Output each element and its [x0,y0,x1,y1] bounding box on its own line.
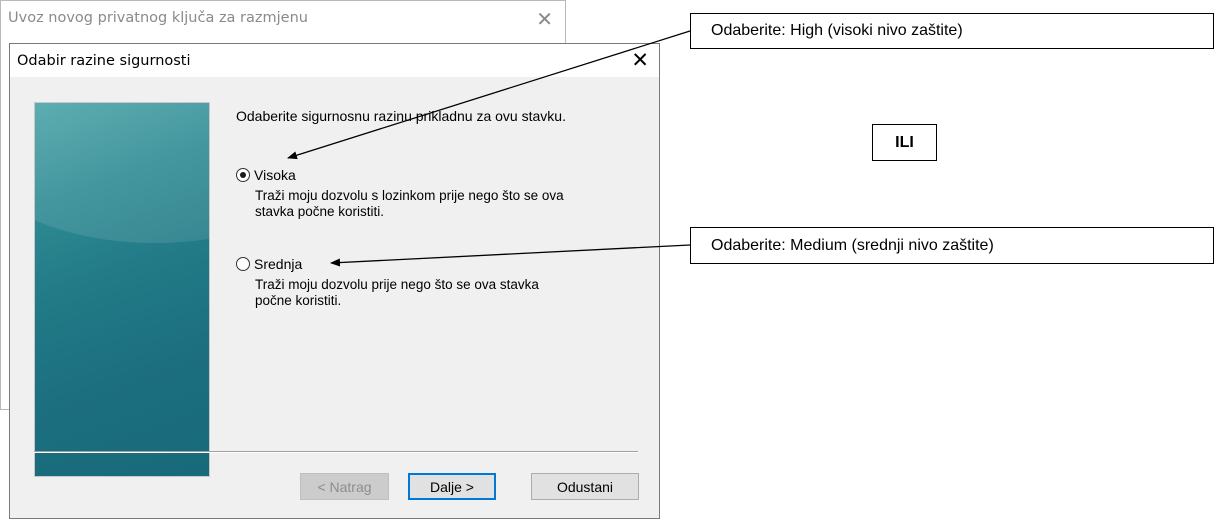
arrow-to-high [287,30,691,160]
arrow-to-medium [330,244,691,267]
annotation-arrows [287,30,691,267]
